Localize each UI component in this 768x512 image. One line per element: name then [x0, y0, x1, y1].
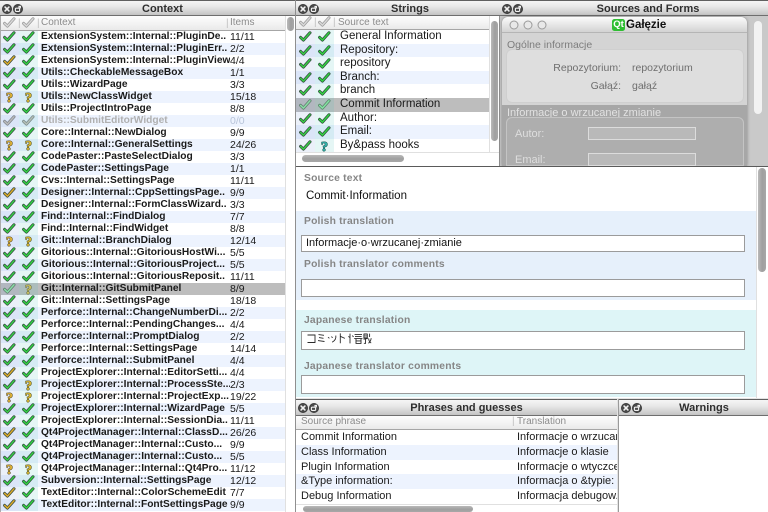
- svg-text:?: ?: [25, 391, 32, 403]
- svg-text:?: ?: [25, 379, 32, 391]
- svg-text:?: ?: [6, 139, 13, 151]
- svg-text:?: ?: [25, 235, 32, 247]
- svg-text:?: ?: [6, 463, 13, 475]
- svg-text:?: ?: [25, 283, 32, 295]
- svg-text:?: ?: [25, 463, 32, 475]
- svg-text:?: ?: [6, 91, 13, 103]
- svg-text:?: ?: [6, 235, 13, 247]
- svg-text:?: ?: [25, 91, 32, 103]
- svg-text:?: ?: [6, 391, 13, 403]
- svg-text:?: ?: [25, 139, 32, 151]
